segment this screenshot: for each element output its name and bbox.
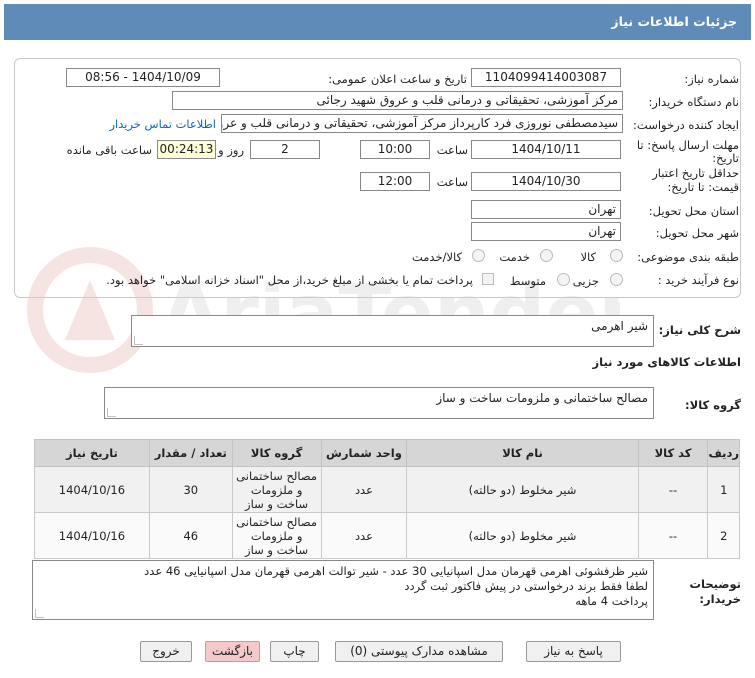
print-button[interactable]: چاپ xyxy=(270,641,319,662)
payment-note: پرداخت تمام یا بخشی از مبلغ خرید،از محل … xyxy=(106,273,473,287)
buyer-label: نام دستگاه خریدار: xyxy=(648,95,739,109)
quantity-cell: 46 xyxy=(148,512,233,559)
table-header-row: ردیف کد کالا نام کالا واحد شمارش گروه کا… xyxy=(34,439,740,467)
process-option-minor: جزیی xyxy=(572,274,599,288)
validity-date-field[interactable]: 1404/10/30 xyxy=(471,172,621,191)
buyer-notes-label: توضیحات خریدار: xyxy=(689,577,742,606)
need-date-cell: 1404/10/16 xyxy=(34,512,150,559)
time-remaining-field[interactable]: 00:24:13 xyxy=(157,140,216,159)
remaining-label: ساعت باقی مانده xyxy=(66,143,152,157)
row-number-cell: 1 xyxy=(707,466,740,513)
deadline-time-field[interactable]: 10:00 xyxy=(360,140,430,159)
need-number-field[interactable]: 1104099414003087 xyxy=(471,68,621,87)
summary-textarea[interactable]: شیر اهرمی xyxy=(131,315,654,347)
column-header: کد کالا xyxy=(637,439,709,467)
category-radio-service[interactable] xyxy=(540,249,553,262)
category-option-goods: کالا xyxy=(580,250,596,264)
announce-label: تاریخ و ساعت اعلان عمومی: xyxy=(328,72,467,86)
item-code-cell: -- xyxy=(637,512,709,559)
announce-field[interactable]: 1404/10/09 - 08:56 xyxy=(66,68,220,87)
buyer-field[interactable]: مرکز آموزشی، تحقیقاتی و درمانی قلب و عرو… xyxy=(172,91,623,110)
category-radio-goods-service[interactable] xyxy=(472,249,485,262)
province-label: استان محل تحویل: xyxy=(648,204,739,218)
item-name-cell: شیر مخلوط (دو حالته) xyxy=(406,512,639,559)
column-header: گروه کالا xyxy=(231,439,322,467)
table-row[interactable]: 1 -- شیر مخلوط (دو حالته) عدد مصالح ساخت… xyxy=(34,466,740,513)
province-field[interactable]: تهران xyxy=(471,200,621,219)
unit-cell: عدد xyxy=(320,466,408,513)
deadline-label: مهلت ارسال پاسخ: تا xyxy=(636,138,739,152)
goods-group-label: گروه کالا: xyxy=(685,398,741,412)
need-number-label: شماره نیاز: xyxy=(684,72,739,86)
goods-group-textarea[interactable]: مصالح ساختمانی و ملزومات ساخت و ساز xyxy=(104,387,654,419)
reply-button[interactable]: پاسخ به نیاز xyxy=(526,641,621,662)
unit-cell: عدد xyxy=(320,512,408,559)
summary-label: شرح کلی نیاز: xyxy=(658,323,741,337)
contact-info-link[interactable]: اطلاعات تماس خریدار xyxy=(109,117,216,131)
category-radio-goods[interactable] xyxy=(610,249,623,262)
days-label: روز و xyxy=(218,143,244,157)
process-radio-medium[interactable] xyxy=(557,273,570,286)
column-header: تاریخ نیاز xyxy=(34,439,150,467)
items-table: ردیف کد کالا نام کالا واحد شمارش گروه کا… xyxy=(34,439,740,559)
item-name-cell: شیر مخلوط (دو حالته) xyxy=(406,466,639,513)
creator-field[interactable]: سیدمصطفی نوروزی فرد کارپرداز مرکز آموزشی… xyxy=(221,114,623,133)
view-attachments-button[interactable]: مشاهده مدارک پیوستی (0) xyxy=(335,641,503,662)
creator-label: ایجاد کننده درخواست: xyxy=(633,118,739,132)
table-row[interactable]: 2 -- شیر مخلوط (دو حالته) عدد مصالح ساخت… xyxy=(34,512,740,559)
exit-button[interactable]: خروج xyxy=(140,641,192,662)
column-header: نام کالا xyxy=(406,439,639,467)
quantity-cell: 30 xyxy=(148,466,233,513)
column-header: ردیف xyxy=(707,439,740,467)
deadline-date-field[interactable]: 1404/10/11 xyxy=(471,140,621,159)
process-radio-minor[interactable] xyxy=(610,273,623,286)
validity-time-label: ساعت xyxy=(436,175,468,189)
deadline-time-label: ساعت xyxy=(436,143,468,157)
item-code-cell: -- xyxy=(637,466,709,513)
days-remaining-field[interactable]: 2 xyxy=(250,140,320,159)
treasury-bond-checkbox[interactable] xyxy=(482,273,494,285)
goods-group-value: مصالح ساختمانی و ملزومات ساخت و ساز xyxy=(436,391,648,405)
process-option-medium: متوسط xyxy=(509,274,546,288)
category-option-goods-service: کالا/خدمت xyxy=(411,250,462,264)
column-header: تعداد / مقدار xyxy=(148,439,233,467)
summary-value: شیر اهرمی xyxy=(591,319,648,333)
page-title: جزئیات اطلاعات نیاز xyxy=(611,14,737,29)
group-cell: مصالح ساختمانی و ملزومات ساخت و ساز xyxy=(231,466,322,513)
back-button[interactable]: بازگشت xyxy=(205,641,260,662)
resize-grip-icon[interactable] xyxy=(107,408,116,417)
need-date-cell: 1404/10/16 xyxy=(34,466,150,513)
category-option-service: خدمت xyxy=(499,250,530,264)
notes-line-1: شیر ظرفشوئی اهرمی قهرمان مدل اسپانیایی 3… xyxy=(144,564,648,578)
goods-info-heading: اطلاعات کالاهای مورد نیاز xyxy=(592,355,741,369)
resize-grip-icon[interactable] xyxy=(35,609,44,618)
column-header: واحد شمارش xyxy=(320,439,408,467)
row-number-cell: 2 xyxy=(707,512,740,559)
city-label: شهر محل تحویل: xyxy=(655,226,739,240)
validity-label-date: قیمت: تا تاریخ: xyxy=(667,180,739,194)
notes-line-2: لطفا فقط برند درخواستی در پیش فاکتور ثبت… xyxy=(404,579,648,593)
page-title-bar: جزئیات اطلاعات نیاز xyxy=(4,4,751,40)
category-label: طبقه بندی موضوعی: xyxy=(637,250,739,264)
buyer-notes-textarea[interactable]: شیر ظرفشوئی اهرمی قهرمان مدل اسپانیایی 3… xyxy=(32,560,654,620)
city-field[interactable]: تهران xyxy=(471,222,621,241)
process-label: نوع فرآیند خرید : xyxy=(657,273,739,287)
validity-time-field[interactable]: 12:00 xyxy=(360,172,430,191)
resize-grip-icon[interactable] xyxy=(134,336,143,345)
items-table-wrapper: ردیف کد کالا نام کالا واحد شمارش گروه کا… xyxy=(34,439,740,559)
deadline-label-date: تاریخ: xyxy=(712,151,739,165)
notes-line-3: پرداخت 4 ماهه xyxy=(575,594,648,608)
validity-label: حداقل تاریخ اعتبار xyxy=(652,166,739,180)
group-cell: مصالح ساختمانی و ملزومات ساخت و ساز xyxy=(231,512,322,559)
